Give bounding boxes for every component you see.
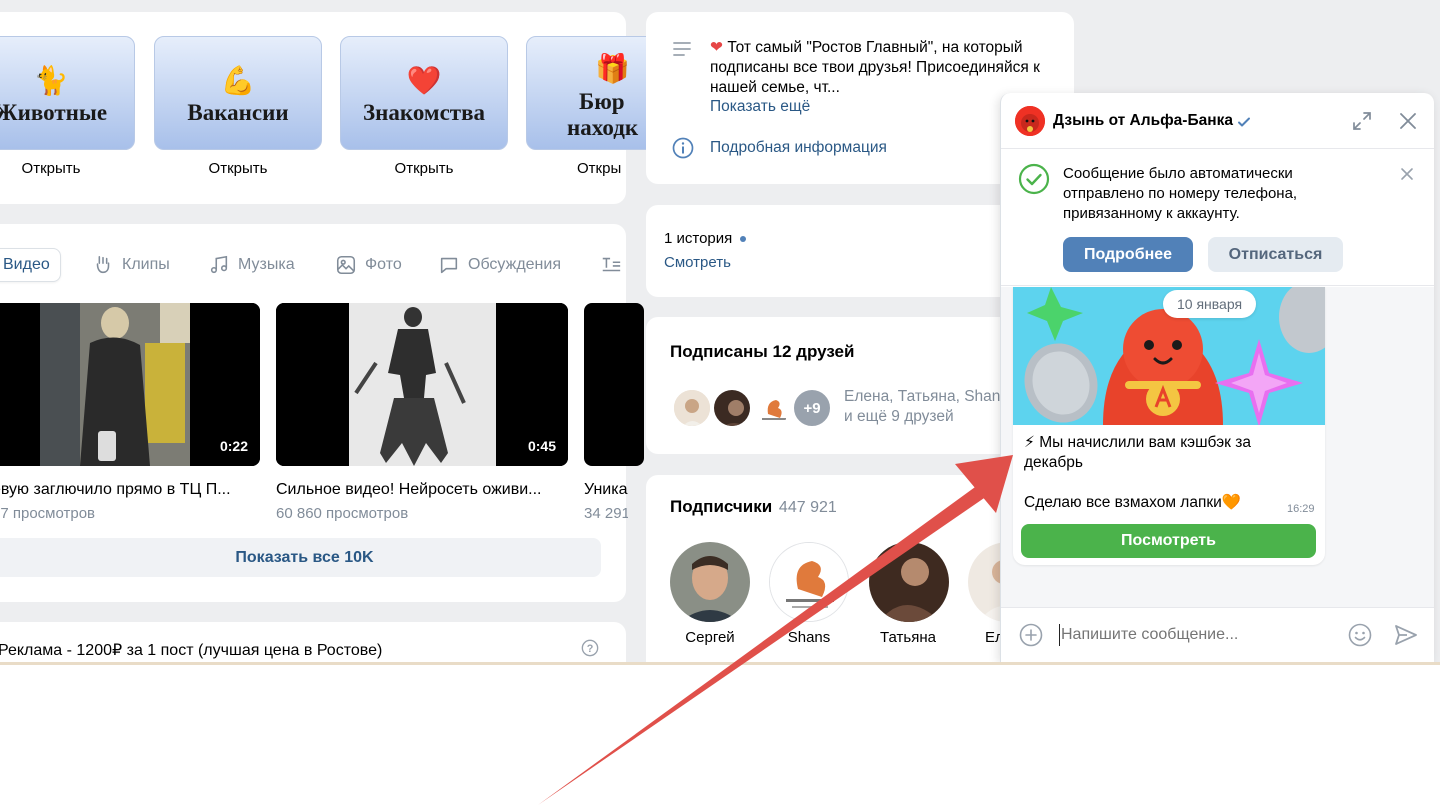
annotation-arrow xyxy=(538,455,1013,805)
